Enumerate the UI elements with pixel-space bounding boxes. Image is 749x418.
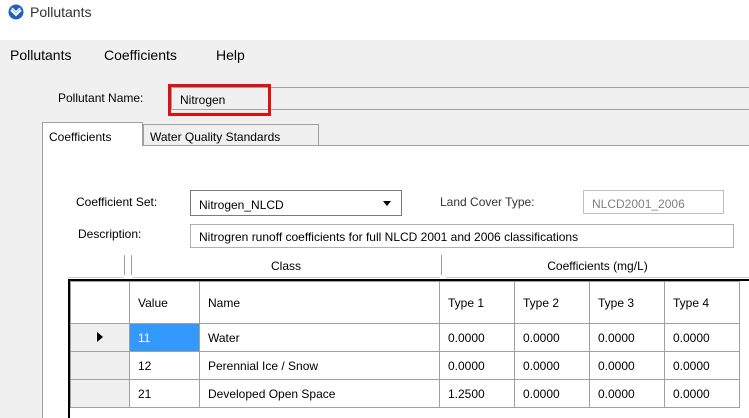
menu-coefficients[interactable]: Coefficients <box>104 47 177 63</box>
pollutants-window: Pollutants Pollutants Coefficients Help … <box>0 0 749 418</box>
cell-type4[interactable]: 0.0000 <box>664 323 740 352</box>
pollutant-name-label: Pollutant Name: <box>58 91 144 105</box>
menu-help[interactable]: Help <box>216 47 245 63</box>
cell-type2[interactable]: 0.0000 <box>514 323 590 352</box>
menu-pollutants[interactable]: Pollutants <box>10 47 71 63</box>
cell-type3[interactable]: 0.0000 <box>589 379 665 408</box>
group-separator <box>124 255 125 275</box>
column-header-type3[interactable]: Type 3 <box>589 281 665 324</box>
cell-value[interactable]: 12 <box>129 351 200 380</box>
cell-name[interactable]: Water <box>199 323 440 352</box>
group-header-class-text: Class <box>270 259 301 273</box>
menu-bar: Pollutants Coefficients Help <box>0 40 749 70</box>
table-row[interactable]: 11 Water 0.0000 0.0000 0.0000 0.0000 <box>70 323 740 352</box>
tab-water-quality-standards[interactable]: Water Quality Standards <box>143 124 319 146</box>
coefficients-table: Value Name Type 1 Type 2 Type 3 Type 4 1… <box>68 279 749 418</box>
description-label: Description: <box>78 227 142 241</box>
tab-coefficients[interactable]: Coefficients <box>42 122 143 146</box>
coefficient-set-label: Coefficient Set: <box>76 195 158 209</box>
coefficient-set-dropdown[interactable]: Nitrogen_NLCD <box>190 190 402 216</box>
cell-value[interactable]: 11 <box>129 323 200 352</box>
cell-type4[interactable]: 0.0000 <box>664 351 740 380</box>
window-title: Pollutants <box>30 4 92 20</box>
highlight-box <box>168 84 271 116</box>
column-header-name[interactable]: Name <box>199 281 440 324</box>
column-header-type4[interactable]: Type 4 <box>664 281 740 324</box>
table-row[interactable]: 12 Perennial Ice / Snow 0.0000 0.0000 0.… <box>70 351 740 380</box>
group-header-coefficients: Coefficients (mg/L) <box>446 255 749 278</box>
row-selector[interactable] <box>70 379 130 408</box>
cell-name[interactable]: Developed Open Space <box>199 379 440 408</box>
column-header-value[interactable]: Value <box>129 281 200 324</box>
cell-name[interactable]: Perennial Ice / Snow <box>199 351 440 380</box>
group-separator <box>131 255 132 275</box>
land-cover-type-label: Land Cover Type: <box>440 195 535 209</box>
group-header-blank <box>68 255 124 278</box>
cell-type1[interactable]: 0.0000 <box>439 351 515 380</box>
group-header-coefficients-text: Coefficients (mg/L) <box>547 259 648 273</box>
coefficient-set-value: Nitrogen_NLCD <box>199 198 284 212</box>
table-row[interactable]: 21 Developed Open Space 1.2500 0.0000 0.… <box>70 379 740 408</box>
cell-type3[interactable]: 0.0000 <box>589 351 665 380</box>
group-separator <box>441 255 442 275</box>
cell-value[interactable]: 21 <box>129 379 200 408</box>
title-bar: Pollutants <box>0 0 749 40</box>
row-header-cell <box>70 281 130 324</box>
row-selector[interactable] <box>70 351 130 380</box>
cell-type3[interactable]: 0.0000 <box>589 323 665 352</box>
cell-type4[interactable]: 0.0000 <box>664 379 740 408</box>
row-selector[interactable] <box>70 323 130 352</box>
cell-type1[interactable]: 0.0000 <box>439 323 515 352</box>
column-header-type1[interactable]: Type 1 <box>439 281 515 324</box>
table-header-row: Value Name Type 1 Type 2 Type 3 Type 4 <box>70 281 740 324</box>
chevron-down-icon <box>383 201 391 206</box>
app-icon <box>8 4 24 20</box>
land-cover-type-field: NLCD2001_2006 <box>583 190 724 214</box>
current-row-icon <box>97 331 103 342</box>
description-field[interactable]: Nitrogren runoff coefficients for full N… <box>190 224 734 248</box>
cell-type2[interactable]: 0.0000 <box>514 351 590 380</box>
column-header-type2[interactable]: Type 2 <box>514 281 590 324</box>
group-header-class: Class <box>132 255 440 278</box>
cell-type2[interactable]: 0.0000 <box>514 379 590 408</box>
cell-type1[interactable]: 1.2500 <box>439 379 515 408</box>
